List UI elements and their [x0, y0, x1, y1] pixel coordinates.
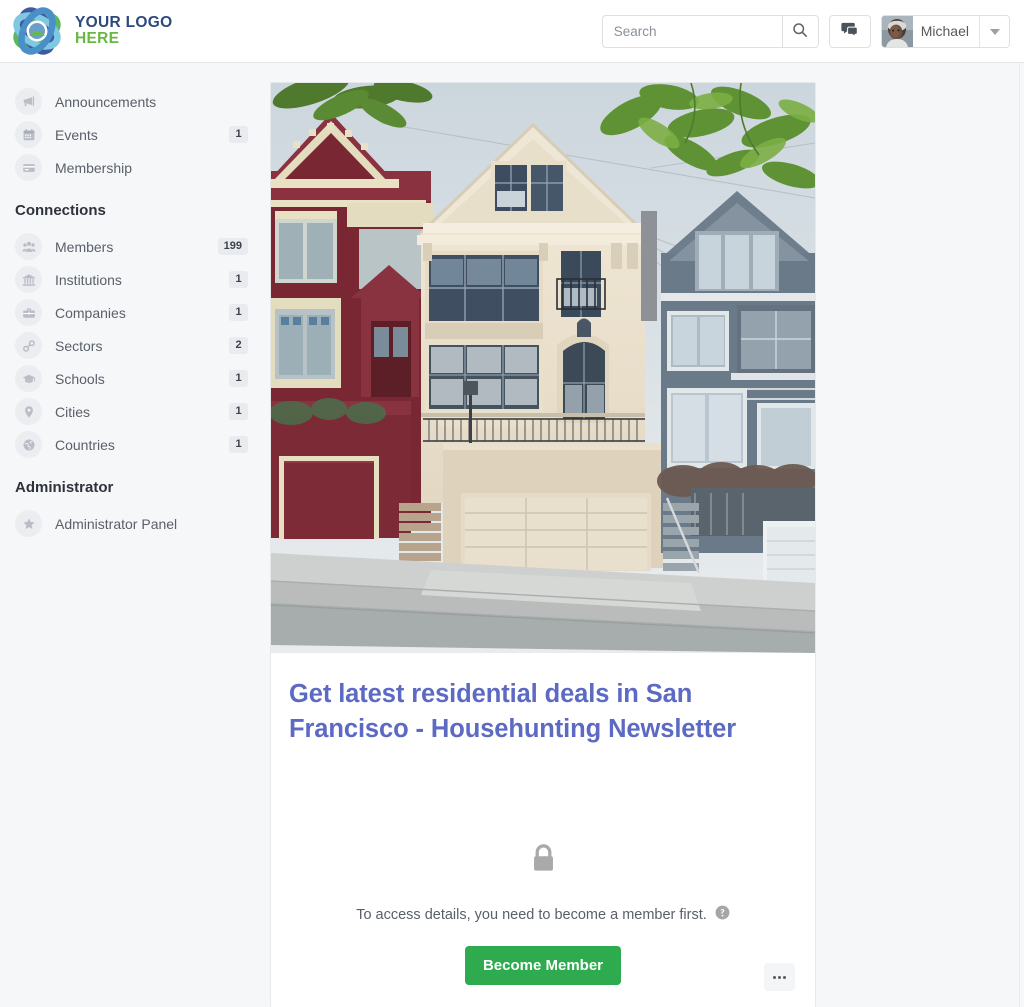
sidebar-group-administrator: Administrator Panel [0, 507, 270, 540]
sidebar-label: Events [55, 126, 98, 143]
sidebar-label: Membership [55, 159, 133, 176]
sidebar-label: Announcements [55, 93, 157, 110]
sidebar-label: Companies [55, 304, 126, 321]
search-button[interactable] [781, 14, 819, 48]
brand-line-1: YOUR LOGO [75, 14, 173, 32]
sidebar-badge: 2 [229, 337, 248, 354]
sidebar-item-institutions[interactable]: Institutions 1 [0, 263, 270, 296]
sidebar-badge: 1 [229, 370, 248, 387]
star-icon [15, 510, 42, 537]
membership-card-icon [15, 154, 42, 181]
post-card: Get latest residential deals in San Fran… [270, 82, 816, 1007]
more-options-button[interactable] [764, 963, 795, 991]
page-scrollbar[interactable] [1019, 63, 1024, 1007]
caret-down-icon [989, 22, 1000, 40]
sidebar-label: Administrator Panel [55, 515, 178, 532]
search-input[interactable] [601, 14, 782, 48]
post-card-body: Get latest residential deals in San Fran… [271, 653, 815, 991]
briefcase-icon [15, 299, 42, 326]
padlock-closed-icon [289, 843, 797, 879]
top-header-bar: YOUR LOGO HERE Search Michael [0, 0, 1024, 63]
user-name-label: Michael [920, 23, 969, 39]
calendar-icon [15, 121, 42, 148]
sidebar-label: Schools [55, 370, 105, 387]
sidebar-item-countries[interactable]: Countries 1 [0, 428, 270, 461]
chat-bubbles-icon [840, 21, 859, 41]
interlocking-rings-logo-icon [10, 6, 64, 56]
ellipsis-icon-dot [783, 975, 786, 979]
ellipsis-icon-dot [773, 975, 776, 979]
page-body: Announcements Events 1 Membership Connec… [0, 63, 1024, 1007]
sidebar-badge: 1 [229, 403, 248, 420]
sidebar-label: Institutions [55, 271, 122, 288]
map-pin-icon [15, 398, 42, 425]
sidebar-item-companies[interactable]: Companies 1 [0, 296, 270, 329]
ellipsis-icon-dot [778, 975, 781, 979]
bank-icon [15, 266, 42, 293]
sidebar-item-schools[interactable]: Schools 1 [0, 362, 270, 395]
brand-line-2: HERE [75, 30, 120, 47]
sidebar-group-primary: Announcements Events 1 Membership [0, 85, 270, 184]
post-title[interactable]: Get latest residential deals in San Fran… [289, 677, 797, 747]
graduation-cap-icon [15, 365, 42, 392]
main-content: Get latest residential deals in San Fran… [270, 63, 1024, 1007]
people-group-icon [15, 233, 42, 260]
sidebar-badge: 1 [229, 436, 248, 453]
search-group [601, 14, 819, 48]
user-menu-main[interactable]: Michael [881, 15, 979, 47]
san-francisco-victorian-houses-photo [271, 83, 815, 653]
locked-content-block: To access details, you need to become a … [289, 843, 797, 986]
locked-message: To access details, you need to become a … [356, 905, 730, 924]
header-actions: Michael [601, 14, 1010, 48]
sidebar-item-sectors[interactable]: Sectors 2 [0, 329, 270, 362]
user-menu[interactable]: Michael [880, 14, 1010, 48]
locked-message-text: To access details, you need to become a … [356, 906, 707, 923]
search-icon [792, 22, 808, 41]
sidebar-item-announcements[interactable]: Announcements [0, 85, 270, 118]
sidebar-item-cities[interactable]: Cities 1 [0, 395, 270, 428]
user-menu-caret-button[interactable] [979, 15, 1009, 47]
sidebar-navigation: Announcements Events 1 Membership Connec… [0, 63, 270, 1007]
sidebar-group-connections: Members 199 Institutions 1 Companies 1 S… [0, 230, 270, 461]
sidebar-item-administrator-panel[interactable]: Administrator Panel [0, 507, 270, 540]
link-chain-icon [15, 332, 42, 359]
user-avatar-photo [881, 15, 913, 47]
sidebar-badge: 1 [229, 271, 248, 288]
help-circle-icon[interactable] [715, 905, 730, 924]
sidebar-section-administrator: Administrator [15, 479, 114, 496]
sidebar-label: Countries [55, 436, 115, 453]
brand-logo[interactable]: YOUR LOGO HERE [10, 6, 172, 56]
messages-button[interactable] [828, 14, 871, 48]
sidebar-badge: 1 [229, 304, 248, 321]
sidebar-section-connections: Connections [15, 202, 106, 219]
megaphone-icon [15, 88, 42, 115]
sidebar-label: Cities [55, 403, 91, 420]
sidebar-badge: 199 [217, 238, 248, 255]
become-member-button[interactable]: Become Member [464, 946, 622, 986]
sidebar-item-membership[interactable]: Membership [0, 151, 270, 184]
sidebar-item-events[interactable]: Events 1 [0, 118, 270, 151]
sidebar-label: Members [55, 238, 114, 255]
sidebar-badge: 1 [229, 126, 248, 143]
sidebar-item-members[interactable]: Members 199 [0, 230, 270, 263]
globe-icon [15, 431, 42, 458]
sidebar-label: Sectors [55, 337, 103, 354]
